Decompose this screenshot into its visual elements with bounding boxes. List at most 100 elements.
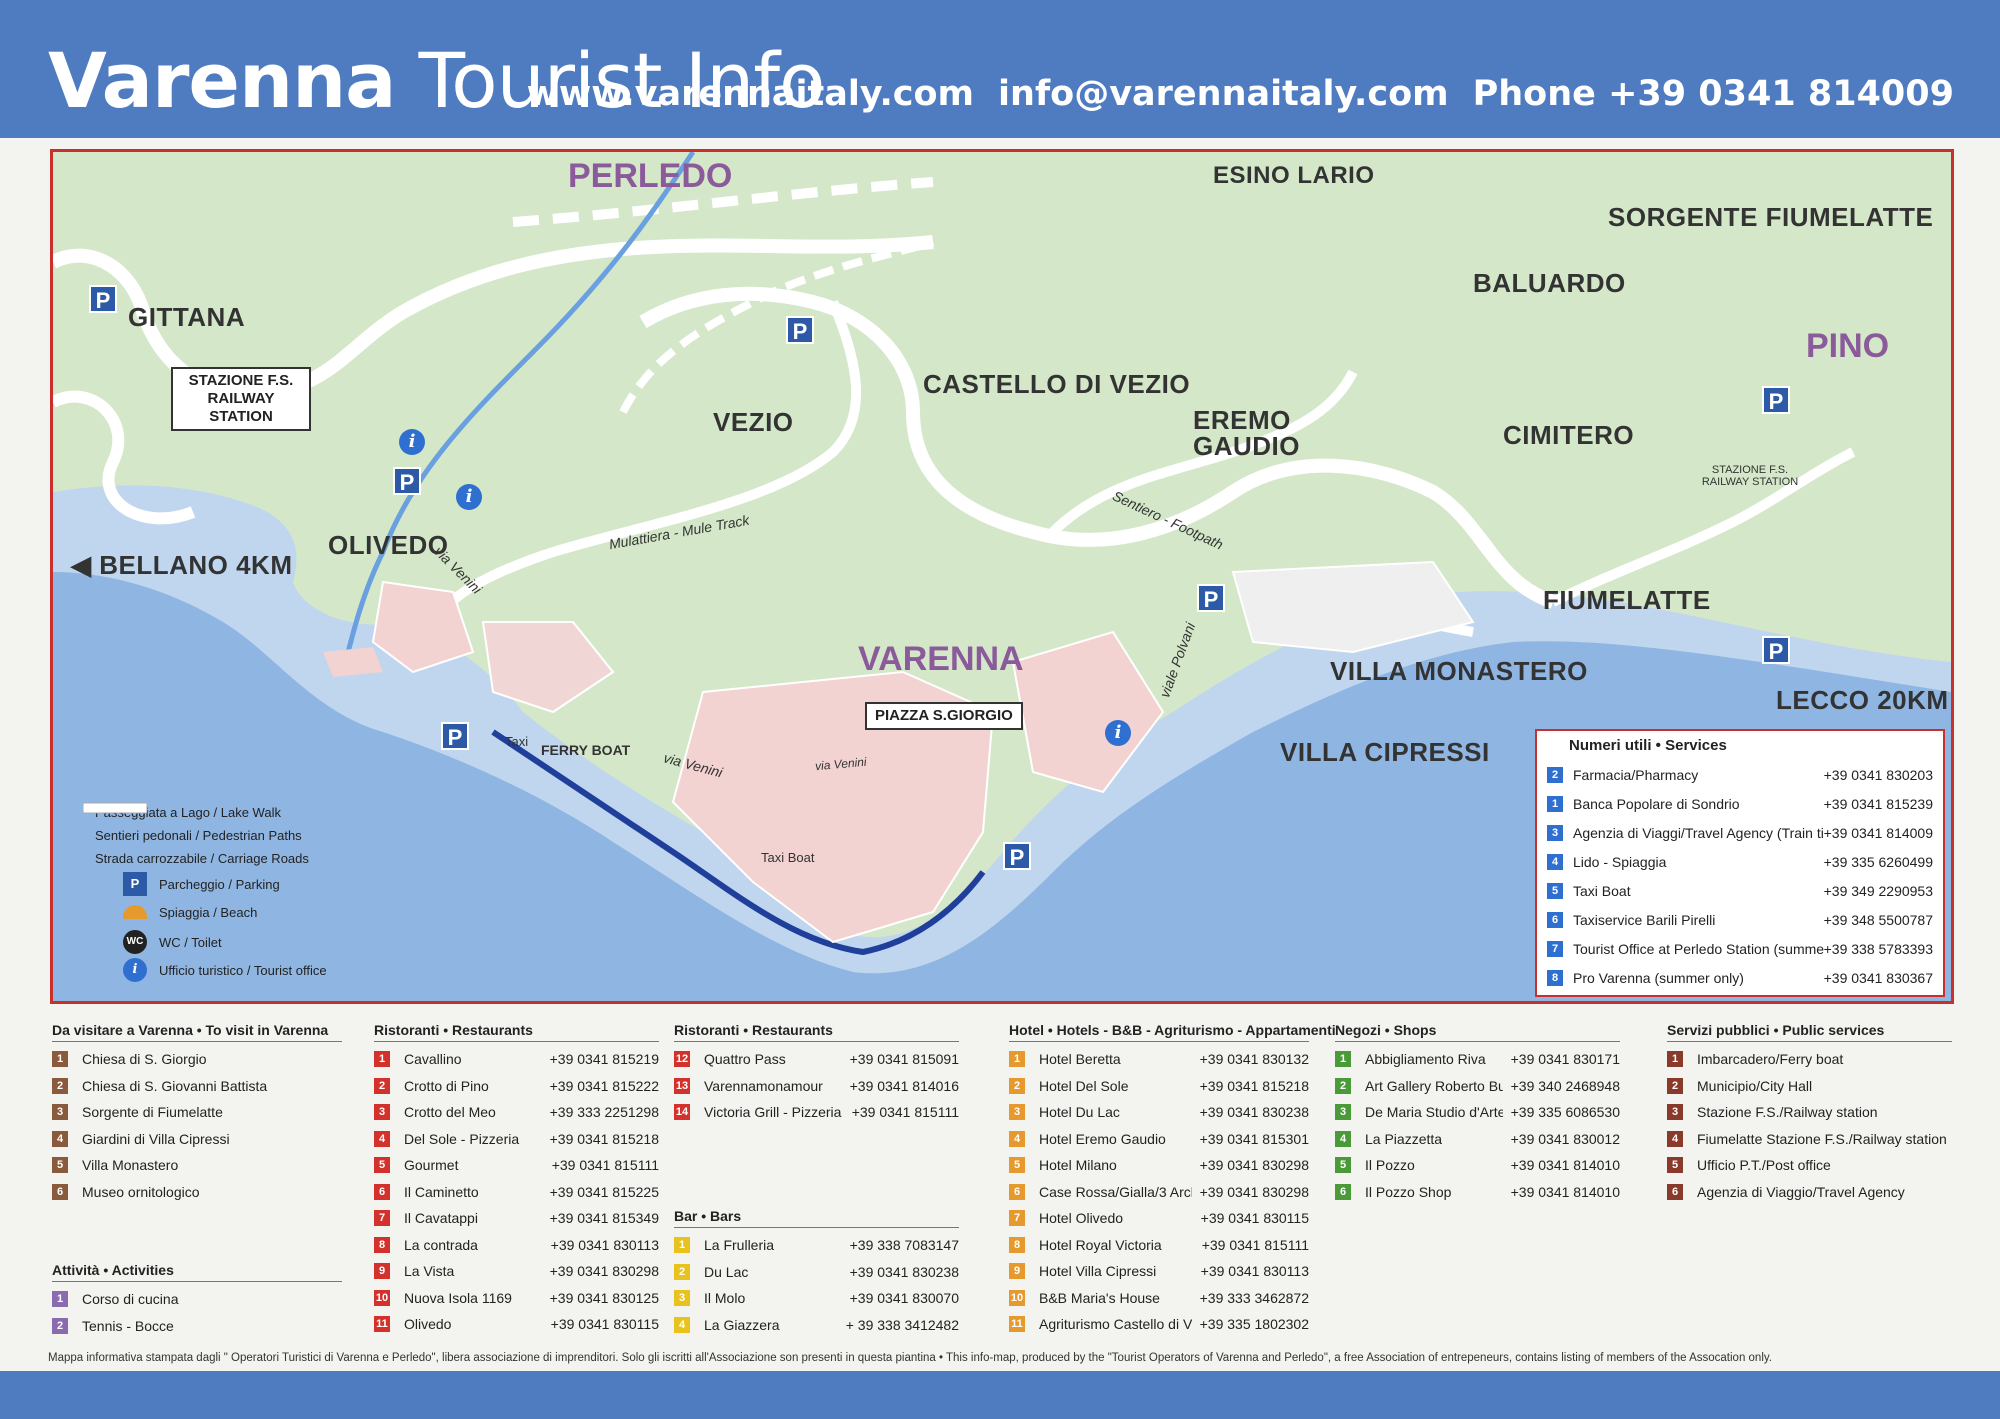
service-name: Tourist Office at Perledo Station (summe… xyxy=(1573,940,1824,957)
item-name: La Giazzera xyxy=(704,1316,780,1333)
service-phone[interactable]: +39 0341 814009 xyxy=(1824,825,1933,841)
useful-number-row: 1 Banca Popolare di Sondrio +39 0341 81523… xyxy=(1547,789,1933,818)
item-name: Olivedo xyxy=(404,1316,452,1333)
number-badge: 4 xyxy=(1335,1130,1351,1147)
item-phone[interactable]: +39 0341 830115 xyxy=(551,1316,659,1332)
item-name: B&B Maria's House xyxy=(1039,1289,1160,1306)
number-badge: 2 xyxy=(52,1077,68,1094)
item-phone[interactable]: +39 0341 815349 xyxy=(550,1210,659,1226)
useful-numbers-box: Numeri utili • Services 2 Farmacia/Pharma… xyxy=(1535,729,1945,997)
item-phone[interactable]: +39 0341 815222 xyxy=(550,1078,659,1094)
item-phone[interactable]: +39 0341 815219 xyxy=(550,1051,659,1067)
parking-icon[interactable]: P xyxy=(89,285,117,313)
item-phone[interactable]: +39 333 3462872 xyxy=(1200,1290,1309,1306)
website-link[interactable]: www.varennaitaly.com xyxy=(527,74,974,114)
item-phone[interactable]: +39 0341 830012 xyxy=(1511,1131,1620,1147)
list-item: 1 Chiesa di S. Giorgio xyxy=(52,1046,342,1073)
label-cimitero: CIMITERO xyxy=(1503,420,1635,450)
item-phone[interactable]: +39 333 2251298 xyxy=(550,1104,659,1120)
parking-icon[interactable]: P xyxy=(393,467,421,495)
parking-icon[interactable]: P xyxy=(786,316,814,344)
item-name: Art Gallery Roberto Butta xyxy=(1365,1077,1503,1094)
number-badge: 3 xyxy=(1547,824,1563,841)
item-phone[interactable]: +39 0341 830238 xyxy=(1200,1104,1309,1120)
service-phone[interactable]: +39 0341 815239 xyxy=(1824,796,1933,812)
tourist-info-icon[interactable]: i xyxy=(399,429,425,455)
tourist-info-icon[interactable]: i xyxy=(1105,720,1131,746)
item-phone[interactable]: +39 0341 815091 xyxy=(850,1051,959,1067)
list-item: 2 Tennis - Bocce xyxy=(52,1313,342,1340)
number-badge: 5 xyxy=(1335,1157,1351,1174)
item-phone[interactable]: +39 335 6086530 xyxy=(1511,1104,1620,1120)
parking-icon[interactable]: P xyxy=(1003,842,1031,870)
item-phone[interactable]: +39 0341 815218 xyxy=(1200,1078,1309,1094)
label-olivedo: OLIVEDO xyxy=(328,530,449,560)
service-phone[interactable]: +39 0341 830367 xyxy=(1824,970,1933,986)
item-phone[interactable]: +39 338 7083147 xyxy=(850,1237,959,1253)
visit-title: Da visitare a Varenna • To visit in Vare… xyxy=(52,1022,342,1042)
item-name: Hotel Milano xyxy=(1039,1157,1117,1174)
item-phone[interactable]: +39 0341 830113 xyxy=(551,1237,659,1253)
item-phone[interactable]: +39 340 2468948 xyxy=(1511,1078,1620,1094)
service-phone[interactable]: +39 0341 830203 xyxy=(1824,767,1933,783)
legend-carriage: Strada carrozzabile / Carriage Roads xyxy=(83,802,327,868)
item-name: Chiesa di S. Giovanni Battista xyxy=(82,1077,268,1094)
parking-icon[interactable]: P xyxy=(1762,636,1790,664)
service-name: Agenzia di Viaggi/Travel Agency (Train t… xyxy=(1573,824,1824,841)
number-badge: 6 xyxy=(1009,1183,1025,1200)
label-fiumelatte: FIUMELATTE xyxy=(1543,585,1711,615)
email-link[interactable]: info@varennaitaly.com xyxy=(998,74,1449,114)
list-item: 6 Il Caminetto +39 0341 815225 xyxy=(374,1179,659,1206)
list-item: 2 Crotto di Pino +39 0341 815222 xyxy=(374,1073,659,1100)
item-phone[interactable]: +39 0341 815301 xyxy=(1200,1131,1309,1147)
item-name: La Vista xyxy=(404,1263,455,1280)
item-phone[interactable]: +39 0341 830298 xyxy=(1200,1157,1309,1173)
item-phone[interactable]: +39 0341 814010 xyxy=(1511,1157,1620,1173)
item-phone[interactable]: +39 0341 815111 xyxy=(552,1157,659,1173)
item-phone[interactable]: + 39 338 3412482 xyxy=(846,1317,959,1333)
useful-number-row: 7 Tourist Office at Perledo Station (summ… xyxy=(1547,934,1933,963)
item-phone[interactable]: +39 0341 814016 xyxy=(850,1078,959,1094)
number-badge: 5 xyxy=(1009,1157,1025,1174)
number-badge: 7 xyxy=(374,1210,390,1227)
map[interactable]: PERLEDO ESINO LARIO GITTANA SORGENTE FIU… xyxy=(50,149,1954,1004)
list-item: 2 Hotel Del Sole +39 0341 815218 xyxy=(1009,1073,1309,1100)
number-badge: 4 xyxy=(1009,1130,1025,1147)
number-badge: 8 xyxy=(1009,1236,1025,1253)
item-phone[interactable]: +39 0341 814010 xyxy=(1511,1184,1620,1200)
item-phone[interactable]: +39 0341 830298 xyxy=(1200,1184,1309,1200)
number-badge: 3 xyxy=(674,1290,690,1307)
restaurants-section-1: Ristoranti • Restaurants 1 Cavallino +39 03… xyxy=(374,1022,659,1338)
item-phone[interactable]: +39 0341 815111 xyxy=(852,1104,959,1120)
item-phone[interactable]: +39 0341 830171 xyxy=(1511,1051,1620,1067)
item-phone[interactable]: +39 0341 815225 xyxy=(550,1184,659,1200)
number-badge: 11 xyxy=(374,1316,390,1333)
list-item: 8 La contrada +39 0341 830113 xyxy=(374,1232,659,1259)
number-badge: 1 xyxy=(52,1051,68,1068)
item-phone[interactable]: +39 0341 830298 xyxy=(550,1263,659,1279)
parking-icon[interactable]: P xyxy=(1762,386,1790,414)
item-phone[interactable]: +39 0341 830115 xyxy=(1201,1210,1309,1226)
item-phone[interactable]: +39 335 1802302 xyxy=(1200,1316,1309,1332)
parking-icon[interactable]: P xyxy=(441,722,469,750)
item-phone[interactable]: +39 0341 815111 xyxy=(1202,1237,1309,1253)
legend-pedestrian: Sentieri pedonali / Pedestrian Paths xyxy=(83,803,327,845)
number-badge: 7 xyxy=(1009,1210,1025,1227)
item-phone[interactable]: +39 0341 830070 xyxy=(850,1290,959,1306)
item-phone[interactable]: +39 0341 815218 xyxy=(550,1131,659,1147)
item-phone[interactable]: +39 0341 830113 xyxy=(1201,1263,1309,1279)
useful-number-row: 2 Farmacia/Pharmacy +39 0341 830203 xyxy=(1547,760,1933,789)
item-phone[interactable]: +39 0341 830132 xyxy=(1200,1051,1309,1067)
service-phone[interactable]: +39 348 5500787 xyxy=(1824,912,1933,928)
item-phone[interactable]: +39 0341 830238 xyxy=(850,1264,959,1280)
number-badge: 2 xyxy=(674,1263,690,1280)
item-phone[interactable]: +39 0341 830125 xyxy=(550,1290,659,1306)
service-phone[interactable]: +39 335 6260499 xyxy=(1824,854,1933,870)
parking-icon[interactable]: P xyxy=(1197,584,1225,612)
item-name: La Frulleria xyxy=(704,1237,775,1254)
tourist-info-icon[interactable]: i xyxy=(456,484,482,510)
label-eremo-gaudio: EREMO GAUDIO xyxy=(1193,405,1300,461)
service-phone[interactable]: +39 338 5783393 xyxy=(1824,941,1933,957)
list-item: 3 De Maria Studio d'Arte +39 335 6086530 xyxy=(1335,1099,1620,1126)
service-phone[interactable]: +39 349 2290953 xyxy=(1824,883,1933,899)
